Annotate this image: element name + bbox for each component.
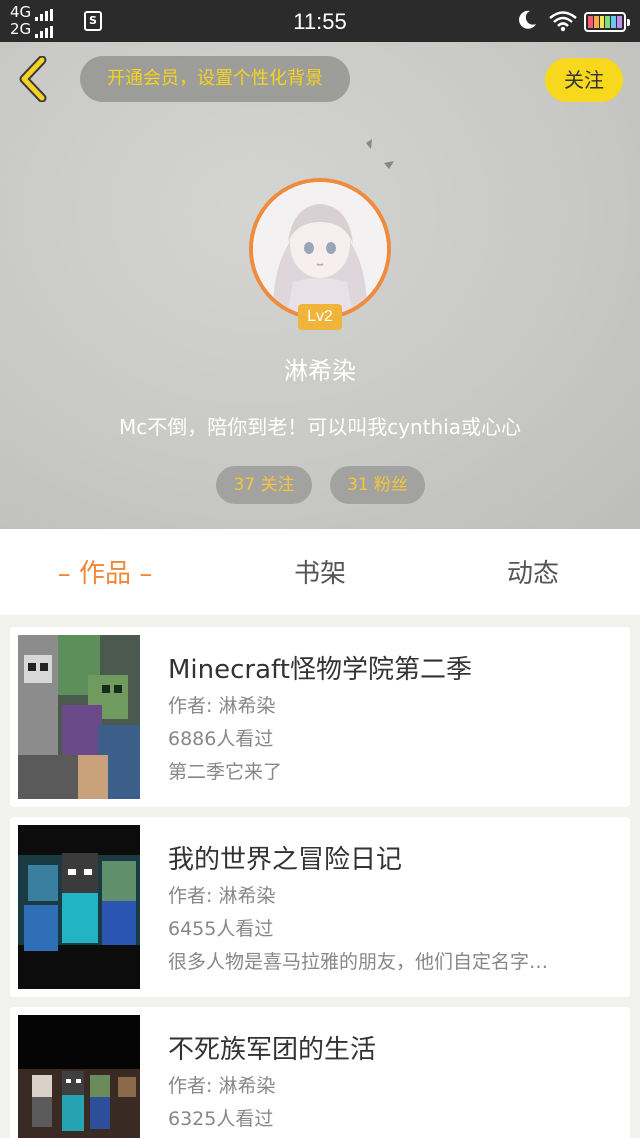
list-item[interactable]: 不死族军团的生活 作者: 淋希染 6325人看过 [10, 1007, 630, 1138]
avatar[interactable] [249, 178, 391, 320]
vip-background-button[interactable]: 开通会员，设置个性化背景 [80, 56, 350, 102]
bio: Mc不倒，陪你到老！可以叫我cynthia或心心 [118, 415, 522, 439]
clock: 11:55 [293, 9, 347, 34]
work-title: 不死族军团的生活 [168, 1035, 377, 1065]
work-author: 作者: 淋希染 [168, 695, 276, 717]
work-title: 我的世界之冒险日记 [168, 845, 403, 875]
work-author: 作者: 淋希染 [168, 1075, 276, 1097]
profile-tabs: – 作品 – 书架 动态 [0, 529, 640, 615]
decoration-icon [366, 139, 394, 169]
list-item[interactable]: 我的世界之冒险日记 作者: 淋希染 6455人看过 很多人物是喜马拉雅的朋友，他… [10, 817, 630, 997]
profile-header: 开通会员，设置个性化背景 关注 Lv2 淋希染 Mc不倒，陪你到老！可以叫我cy… [0, 42, 640, 529]
follow-button[interactable]: 关注 [545, 58, 623, 102]
work-views: 6886人看过 [168, 728, 274, 750]
work-author: 作者: 淋希染 [168, 885, 276, 907]
tab-activity[interactable]: 动态 [458, 529, 608, 615]
work-views: 6325人看过 [168, 1108, 274, 1130]
wifi-icon [549, 11, 577, 32]
tab-bookshelf[interactable]: 书架 [245, 529, 395, 615]
work-title: Minecraft怪物学院第二季 [168, 655, 472, 685]
following-count-button[interactable]: 37 关注 [216, 466, 312, 504]
tab-works[interactable]: – 作品 – [30, 529, 180, 615]
works-list: Minecraft怪物学院第二季 作者: 淋希染 6886人看过 第二季它来了 … [0, 615, 640, 1138]
battery-icon [584, 12, 630, 32]
chevron-left-icon[interactable] [14, 56, 54, 102]
fans-count-button[interactable]: 31 粉丝 [330, 466, 425, 504]
list-item[interactable]: Minecraft怪物学院第二季 作者: 淋希染 6886人看过 第二季它来了 [10, 627, 630, 807]
cover-image [18, 1015, 140, 1138]
username: 淋希染 [284, 357, 356, 385]
cover-image [18, 825, 140, 989]
cover-image [18, 635, 140, 799]
work-description: 很多人物是喜马拉雅的朋友，他们自定名字… [168, 951, 549, 973]
status-bar: 4G 2G S 11:55 [0, 0, 640, 42]
level-badge: Lv2 [298, 304, 342, 330]
moon-icon [519, 10, 536, 29]
work-description: 第二季它来了 [168, 761, 283, 783]
work-views: 6455人看过 [168, 918, 274, 940]
